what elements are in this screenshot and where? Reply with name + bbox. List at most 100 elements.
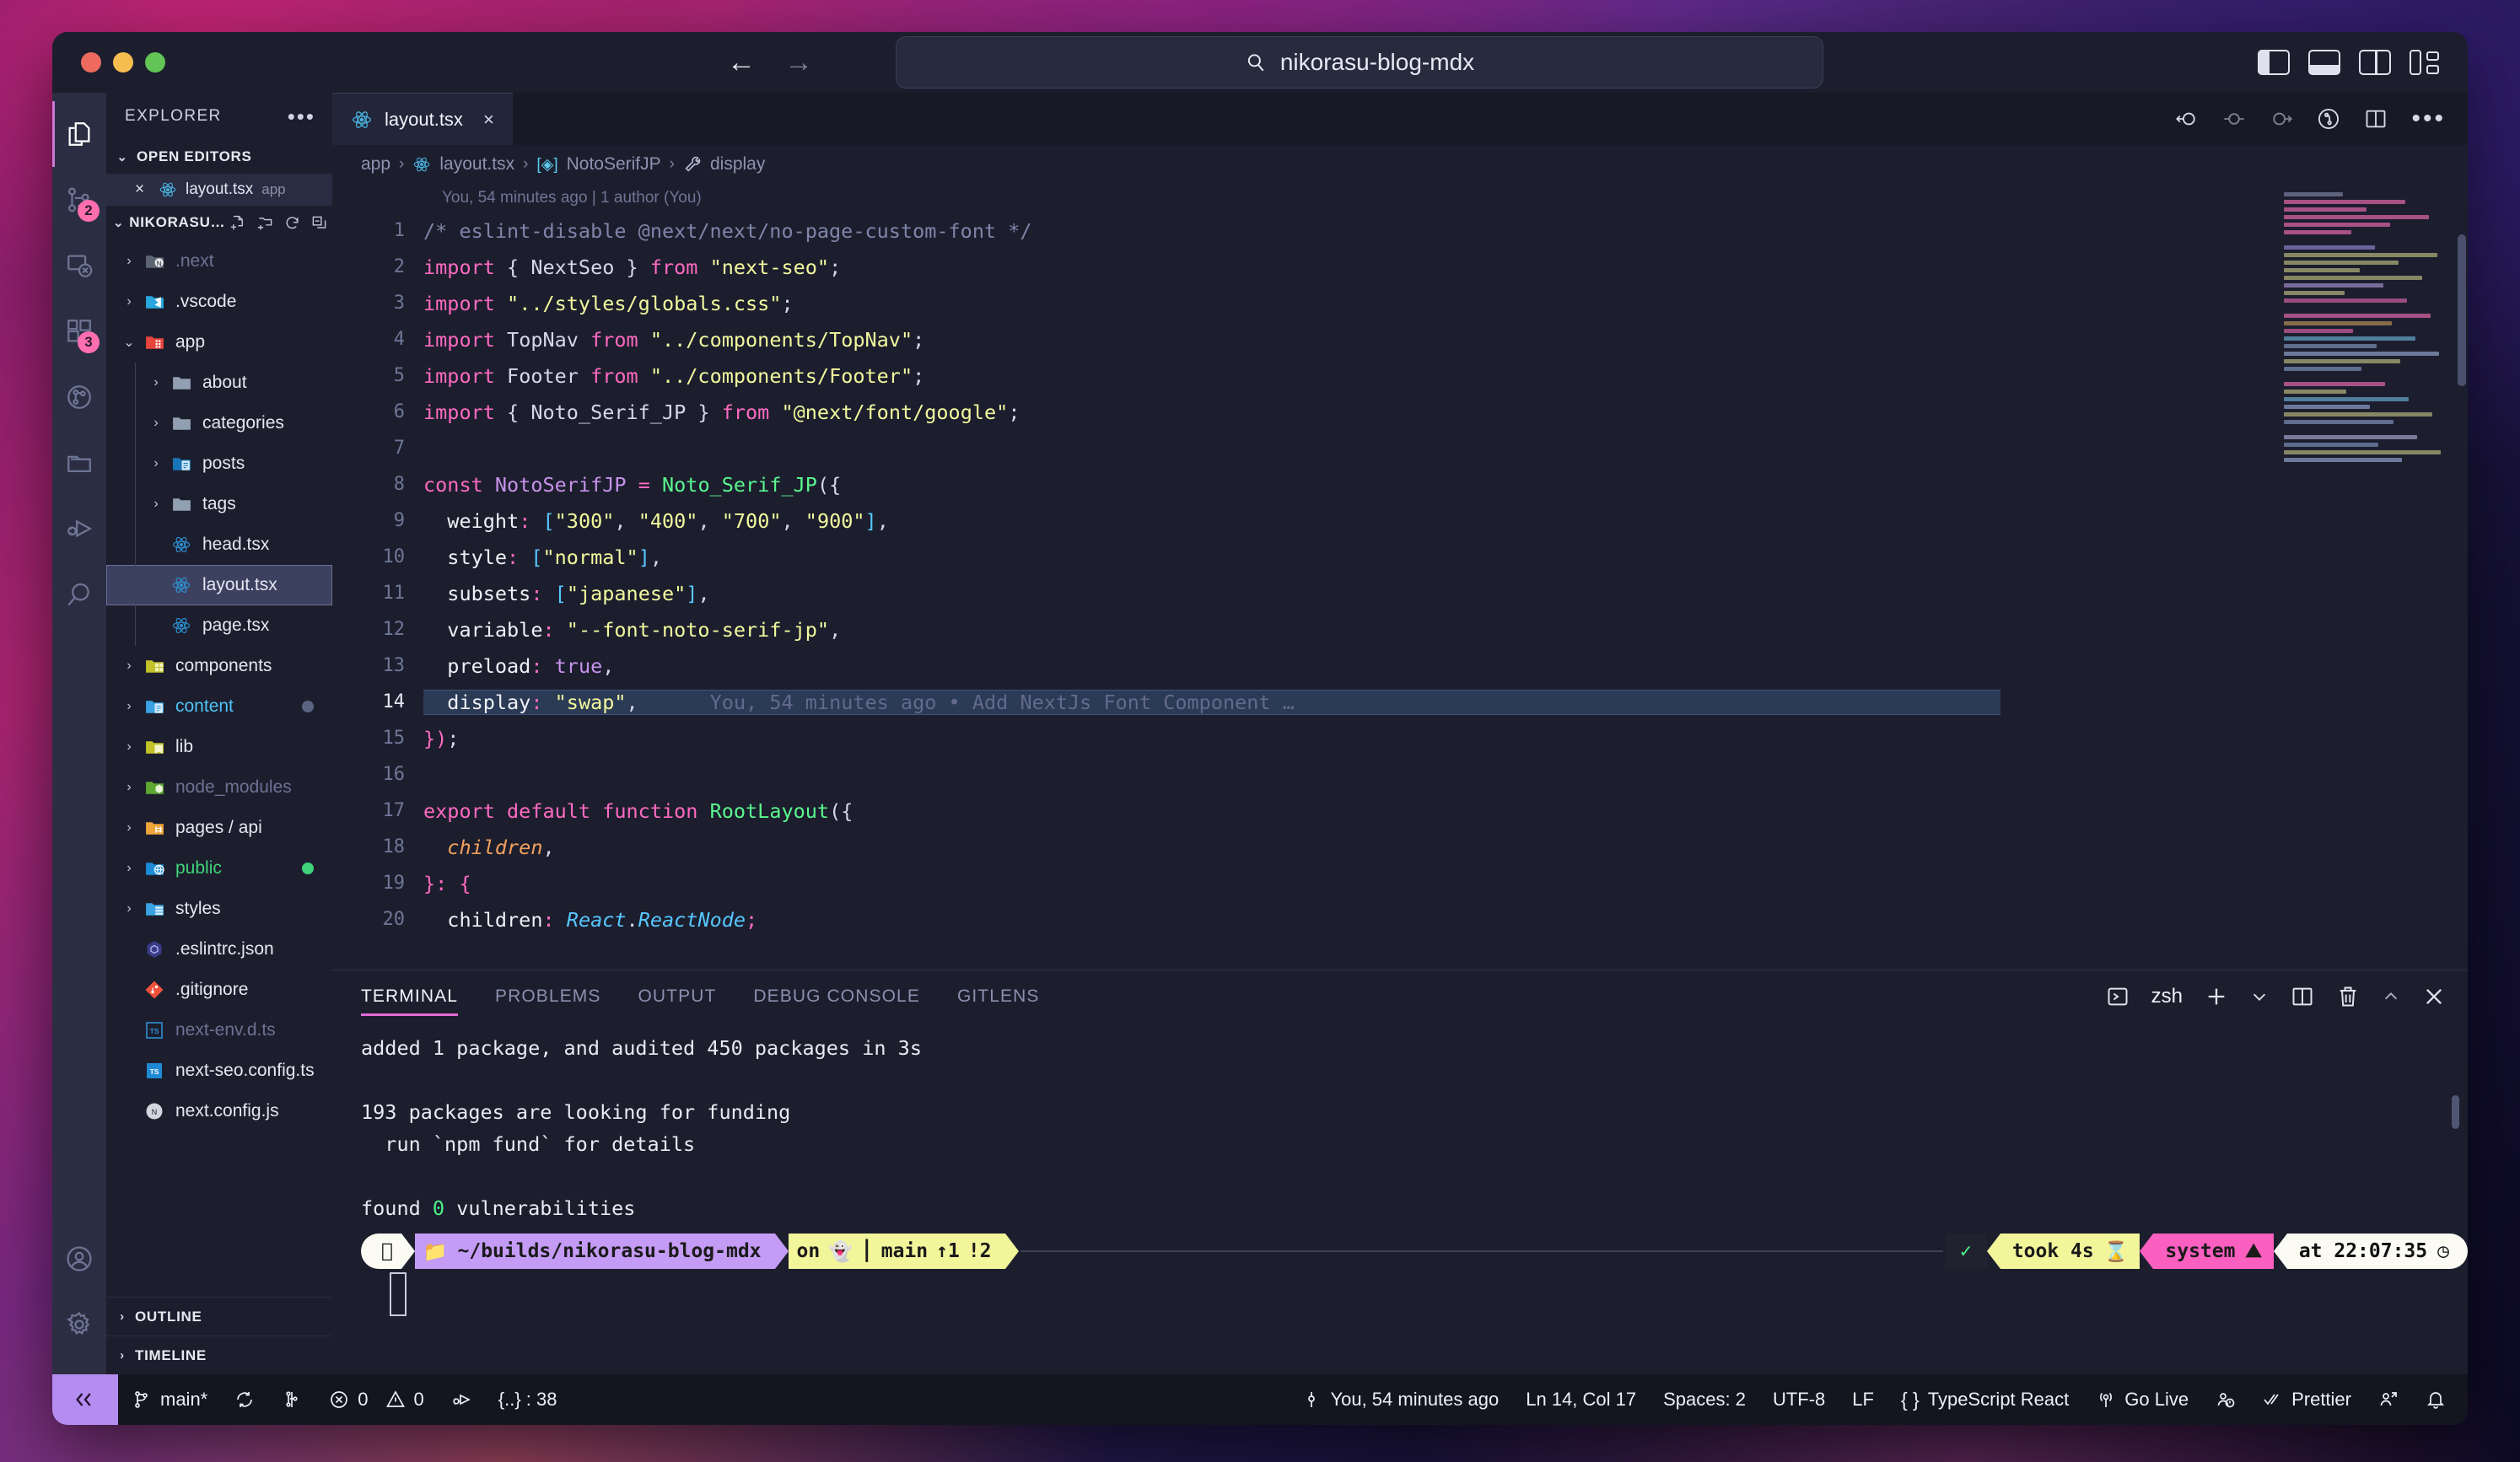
chevron-right-icon[interactable]: › — [118, 901, 140, 916]
chevron-down-icon[interactable]: ⌄ — [118, 334, 140, 351]
refresh-icon[interactable] — [284, 215, 300, 231]
close-icon[interactable]: × — [483, 109, 494, 131]
sidebar-item-github-pull-requests[interactable] — [52, 364, 106, 430]
sidebar-item-remote-explorer[interactable] — [52, 233, 106, 298]
new-file-icon[interactable] — [230, 215, 246, 231]
split-terminal-icon[interactable] — [2291, 985, 2314, 1008]
code-line-5[interactable]: 5import Footer from "../components/Foote… — [332, 357, 2468, 394]
tree-item-node-modules[interactable]: ›node_modules — [106, 767, 332, 808]
code-line-16[interactable]: 16 — [332, 756, 2468, 793]
tree-item-content[interactable]: ›content — [106, 686, 332, 727]
sidebar-item-extensions[interactable]: 3 — [52, 298, 106, 364]
tree-item--vscode[interactable]: ›.vscode — [106, 282, 332, 322]
manage-settings-button[interactable] — [52, 1292, 106, 1357]
code-line-10[interactable]: 10 style: ["normal"], — [332, 539, 2468, 575]
terminal-output[interactable]: added 1 package, and audited 450 package… — [332, 1023, 2468, 1374]
breadcrumb-item-property[interactable]: display — [710, 154, 765, 175]
code-line-4[interactable]: 4import TopNav from "../components/TopNa… — [332, 321, 2468, 357]
accounts-button[interactable] — [52, 1226, 106, 1292]
code-line-2[interactable]: 2import { NextSeo } from "next-seo"; — [332, 249, 2468, 285]
encoding[interactable]: UTF-8 — [1759, 1374, 1839, 1425]
chevron-right-icon[interactable]: › — [145, 375, 167, 390]
code-line-19[interactable]: 19}: { — [332, 865, 2468, 901]
sidebar-item-source-control[interactable]: 2 — [52, 167, 106, 233]
chevron-right-icon[interactable]: › — [118, 861, 140, 876]
commit-icon[interactable] — [2222, 107, 2246, 131]
minimize-window-button[interactable] — [113, 52, 133, 73]
branch-status[interactable]: main* — [118, 1374, 221, 1425]
chevron-down-icon[interactable] — [2250, 985, 2269, 1008]
toggle-secondary-sidebar-icon[interactable] — [2359, 50, 2391, 75]
chevron-right-icon[interactable]: › — [118, 780, 140, 795]
tree-item-next-config-js[interactable]: Nnext.config.js — [106, 1091, 332, 1131]
chevron-right-icon[interactable]: › — [145, 497, 167, 512]
more-actions-icon[interactable]: ••• — [2411, 114, 2446, 124]
code-line-9[interactable]: 9 weight: ["300", "400", "700", "900"], — [332, 503, 2468, 539]
code-line-7[interactable]: 7 — [332, 430, 2468, 466]
sync-status[interactable] — [221, 1374, 268, 1425]
open-editor-item-layout-tsx[interactable]: × layout.tsx app — [106, 174, 332, 206]
new-terminal-icon[interactable] — [2205, 985, 2228, 1008]
tree-item-next-seo-config-ts[interactable]: TSnext-seo.config.ts — [106, 1051, 332, 1091]
breadcrumb-item-app[interactable]: app — [361, 154, 390, 175]
maximize-panel-icon[interactable] — [2382, 985, 2400, 1008]
chevron-right-icon[interactable]: › — [145, 456, 167, 471]
sidebar-item-folder-view[interactable] — [52, 430, 106, 496]
code-line-20[interactable]: 20 children: React.ReactNode; — [332, 901, 2468, 938]
tree-item-pages-api[interactable]: ›pages / api — [106, 808, 332, 848]
error-lens[interactable] — [2202, 1374, 2249, 1425]
close-window-button[interactable] — [81, 52, 101, 73]
code-line-15[interactable]: 15}); — [332, 720, 2468, 756]
eol[interactable]: LF — [1839, 1374, 1887, 1425]
tree-item-styles[interactable]: ›styles — [106, 889, 332, 929]
tree-item-next-env-d-ts[interactable]: TSnext-env.d.ts — [106, 1010, 332, 1051]
sidebar-item-run-and-debug[interactable] — [52, 496, 106, 562]
live-share[interactable] — [2365, 1374, 2412, 1425]
maximize-window-button[interactable] — [145, 52, 165, 73]
close-panel-icon[interactable] — [2422, 985, 2446, 1008]
gitlens-blame[interactable]: You, 54 minutes ago — [1288, 1374, 1512, 1425]
project-section-header[interactable]: ⌄ NIKORASU… — [106, 206, 332, 239]
command-center-search[interactable]: nikorasu-blog-mdx — [896, 36, 1823, 89]
chevron-right-icon[interactable]: › — [118, 294, 140, 309]
bracket-count[interactable]: {..} : 38 — [485, 1374, 571, 1425]
tree-item-tags[interactable]: ›tags — [106, 484, 332, 524]
go-live[interactable]: Go Live — [2082, 1374, 2202, 1425]
indentation[interactable]: Spaces: 2 — [1650, 1374, 1759, 1425]
code-line-8[interactable]: 8const NotoSerifJP = Noto_Serif_JP({ — [332, 466, 2468, 503]
language-mode[interactable]: { } TypeScript React — [1887, 1374, 2082, 1425]
collapse-all-icon[interactable] — [311, 215, 327, 231]
chevron-right-icon[interactable]: › — [145, 416, 167, 431]
toggle-primary-sidebar-icon[interactable] — [2258, 50, 2290, 75]
forward-arrow-icon[interactable]: → — [784, 48, 813, 77]
tree-item--eslintrc-json[interactable]: .eslintrc.json — [106, 929, 332, 970]
toggle-panel-icon[interactable] — [2308, 50, 2340, 75]
code-line-18[interactable]: 18 children, — [332, 829, 2468, 865]
tab-terminal[interactable]: TERMINAL — [361, 970, 458, 1023]
remote-window-button[interactable] — [52, 1374, 118, 1425]
outline-section-header[interactable]: › OUTLINE — [106, 1297, 332, 1336]
kill-terminal-icon[interactable] — [2336, 985, 2360, 1008]
tree-item-categories[interactable]: ›categories — [106, 403, 332, 443]
timeline-section-header[interactable]: › TIMELINE — [106, 1336, 332, 1374]
errors-count[interactable]: 0 0 — [315, 1374, 438, 1425]
tree-item--gitignore[interactable]: .gitignore — [106, 970, 332, 1010]
prettier-status[interactable]: Prettier — [2249, 1374, 2365, 1425]
ellipsis-icon[interactable]: ••• — [288, 111, 315, 122]
chevron-right-icon[interactable]: › — [118, 739, 140, 755]
tab-debug-console[interactable]: DEBUG CONSOLE — [753, 970, 920, 1023]
code-line-3[interactable]: 3import "../styles/globals.css"; — [332, 285, 2468, 321]
code-line-6[interactable]: 6import { Noto_Serif_JP } from "@next/fo… — [332, 394, 2468, 430]
sidebar-item-explorer[interactable] — [52, 101, 106, 167]
terminal-icon[interactable] — [2106, 985, 2130, 1008]
back-arrow-icon[interactable]: ← — [727, 48, 756, 77]
code-line-11[interactable]: 11 subsets: ["japanese"], — [332, 575, 2468, 611]
tree-item-lib[interactable]: ›lib — [106, 727, 332, 767]
tree-item-layout-tsx[interactable]: layout.tsx — [106, 565, 332, 605]
code-line-17[interactable]: 17export default function RootLayout({ — [332, 793, 2468, 829]
tab-problems[interactable]: PROBLEMS — [495, 970, 601, 1023]
tab-output[interactable]: OUTPUT — [638, 970, 716, 1023]
tree-item-app[interactable]: ⌄app — [106, 322, 332, 363]
tree-item-about[interactable]: ›about — [106, 363, 332, 403]
go-back-icon[interactable] — [2175, 107, 2199, 131]
